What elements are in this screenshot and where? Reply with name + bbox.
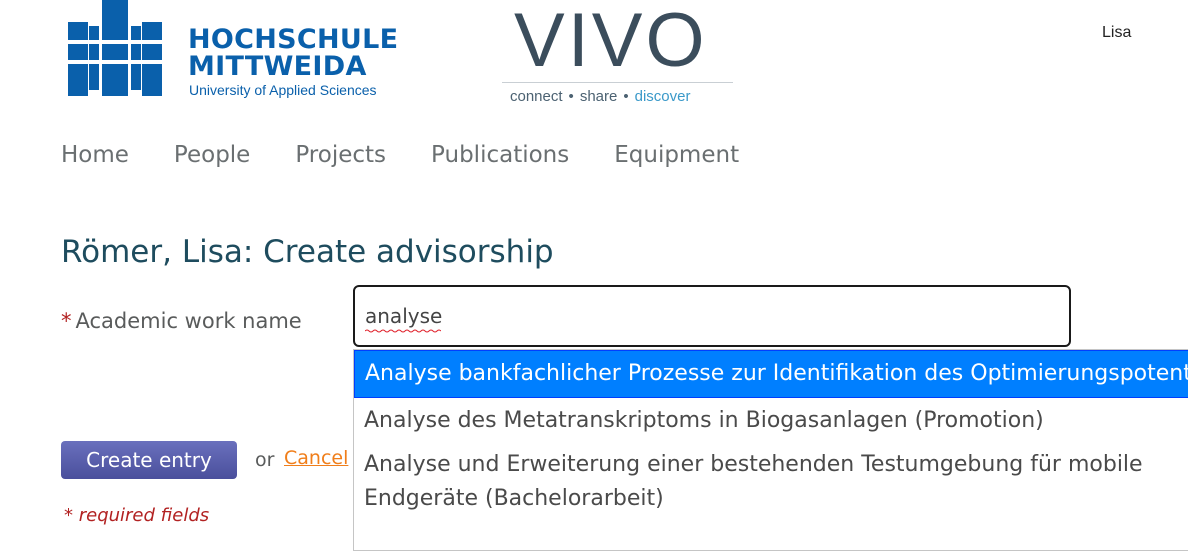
tagline-dot-icon: •: [623, 88, 629, 105]
spellcheck-underline: [365, 329, 441, 333]
cancel-link[interactable]: Cancel: [284, 447, 348, 469]
academic-work-label: * Academic work name: [61, 300, 331, 342]
university-logo[interactable]: HOCHSCHULE MITTWEIDA University of Appli…: [68, 0, 398, 100]
building-logo-icon: [68, 0, 162, 96]
tagline-dot-icon: •: [568, 88, 574, 105]
nav-item-publications[interactable]: Publications: [431, 142, 569, 168]
main-nav: Home People Projects Publications Equipm…: [61, 142, 784, 168]
autocomplete-option[interactable]: Analyse bankfachlicher Prozesse zur Iden…: [354, 350, 1188, 398]
university-name-line1: HOCHSCHULE: [188, 24, 399, 55]
tagline-connect: connect: [510, 88, 563, 105]
nav-item-equipment[interactable]: Equipment: [614, 142, 739, 168]
create-entry-button[interactable]: Create entry: [61, 441, 237, 479]
page-title: Römer, Lisa: Create advisorship: [61, 234, 554, 270]
nav-item-home[interactable]: Home: [61, 142, 129, 168]
nav-item-people[interactable]: People: [174, 142, 250, 168]
vivo-divider: [502, 82, 733, 83]
required-star: *: [61, 309, 72, 333]
required-fields-note: * required fields: [64, 505, 210, 526]
vivo-tagline: connect • share • discover: [510, 88, 690, 106]
nav-item-projects[interactable]: Projects: [295, 142, 386, 168]
university-subtitle: University of Applied Sciences: [189, 82, 377, 98]
tagline-share: share: [579, 88, 618, 105]
autocomplete-menu: Analyse bankfachlicher Prozesse zur Iden…: [353, 349, 1188, 551]
tagline-discover: discover: [634, 88, 691, 105]
academic-work-label-text: Academic work name: [75, 309, 302, 333]
academic-work-input[interactable]: [353, 285, 1071, 347]
autocomplete-option[interactable]: Analyse und Erweiterung einer bestehende…: [354, 444, 1188, 516]
autocomplete-option[interactable]: Analyse des Metatranskriptoms in Biogasa…: [354, 398, 1188, 444]
or-text: or: [255, 449, 275, 471]
user-menu-link[interactable]: Lisa: [1102, 24, 1131, 42]
university-name-line2: MITTWEIDA: [188, 51, 367, 82]
vivo-logo[interactable]: VIVO connect • share • discover: [500, 0, 735, 110]
vivo-wordmark: VIVO: [514, 0, 708, 83]
